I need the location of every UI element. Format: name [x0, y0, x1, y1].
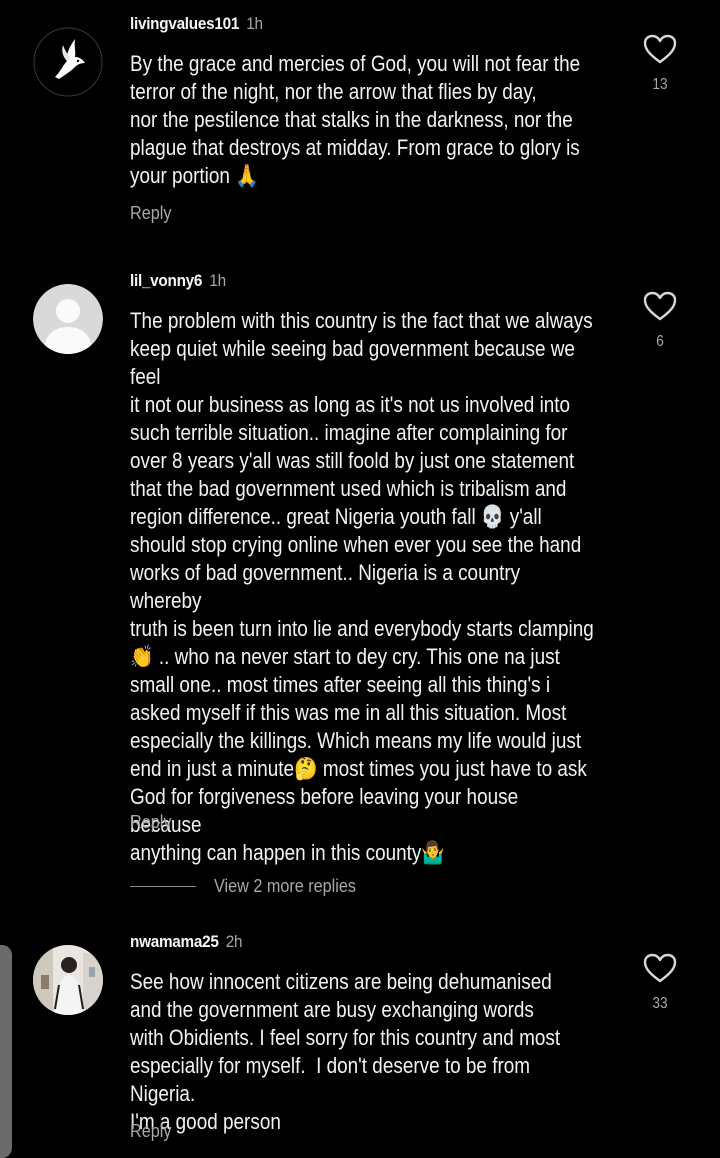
comment-header: lil_vonny6 1h [130, 271, 226, 291]
like-button[interactable]: 6 [642, 291, 678, 351]
view-more-replies-label: View 2 more replies [214, 876, 356, 896]
avatar[interactable] [33, 27, 103, 97]
timestamp: 1h [246, 14, 263, 33]
username[interactable]: nwamama25 [130, 932, 219, 951]
timestamp: 1h [209, 271, 226, 290]
like-button[interactable]: 33 [642, 953, 678, 1013]
comment-item: nwamama25 2h See how innocent citizens ar… [0, 920, 720, 1158]
avatar[interactable] [33, 284, 103, 354]
like-count: 33 [652, 995, 668, 1012]
default-avatar-icon [33, 284, 103, 354]
reply-button[interactable]: Reply [130, 812, 171, 833]
username[interactable]: livingvalues101 [130, 14, 239, 33]
reply-button[interactable]: Reply [130, 203, 171, 224]
like-button[interactable]: 13 [642, 34, 678, 94]
heart-icon [643, 291, 677, 321]
comment-text: See how innocent citizens are being dehu… [130, 969, 561, 1134]
view-more-replies[interactable]: View 2 more replies [130, 876, 430, 900]
profile-photo-icon [33, 945, 103, 1015]
heart-icon [643, 953, 677, 983]
avatar[interactable] [33, 945, 103, 1015]
comment-text: The problem with this country is the fac… [130, 308, 594, 865]
username[interactable]: lil_vonny6 [130, 271, 202, 290]
timestamp: 2h [225, 932, 243, 951]
comment-text: By the grace and mercies of God, you wil… [130, 51, 581, 188]
comment-item: lil_vonny6 1h The problem with this count… [0, 250, 720, 910]
divider-line [130, 886, 196, 887]
dove-icon [33, 27, 103, 97]
comment-header: nwamama25 2h [130, 932, 243, 952]
like-count: 13 [652, 76, 668, 93]
reply-button[interactable]: Reply [130, 1121, 171, 1142]
comment-item: livingvalues101 1h By the grace and merci… [0, 0, 720, 250]
heart-icon [643, 34, 677, 64]
comment-header: livingvalues101 1h [130, 14, 263, 34]
like-count: 6 [656, 333, 664, 350]
